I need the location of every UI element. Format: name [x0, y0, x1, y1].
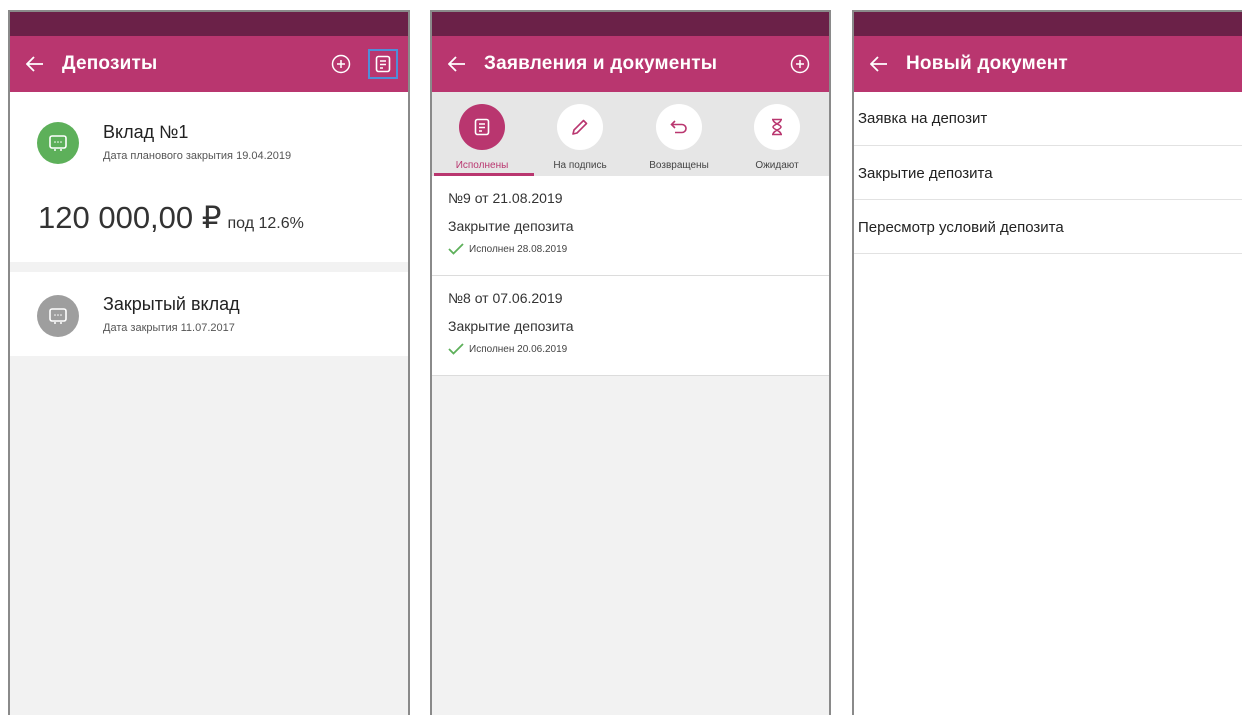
document-type: Закрытие депозита — [448, 218, 574, 234]
deposit-name: Закрытый вклад — [103, 294, 240, 314]
app-bar: Депозиты — [10, 36, 408, 92]
document-icon — [459, 104, 505, 150]
document-type-menu: Заявка на депозит Закрытие депозита Пере… — [854, 92, 1242, 254]
deposit-card[interactable]: Вклад №1 Дата планового закрытия 19.04.2… — [10, 92, 408, 262]
deposit-close-date: Дата закрытия 11.07.2017 — [103, 322, 235, 334]
hourglass-icon — [754, 104, 800, 150]
document-type: Закрытие депозита — [448, 318, 574, 334]
return-arrow-icon — [656, 104, 702, 150]
tab-to-sign[interactable]: На подпись — [535, 104, 625, 171]
add-icon[interactable] — [326, 49, 356, 79]
deposit-name: Вклад №1 — [103, 122, 189, 142]
tab-label: Исполнены — [455, 160, 509, 171]
deposit-close-date: Дата планового закрытия 19.04.2019 — [103, 150, 292, 162]
deposits-screen: Депозиты Вклад №1 Дата планового закрыти… — [8, 10, 410, 715]
tab-label: Возвращены — [649, 160, 709, 171]
deposit-amount: 120 000,00 ₽ под 12.6% — [38, 200, 304, 236]
back-arrow-icon[interactable] — [868, 53, 890, 75]
tab-executed[interactable]: Исполнены — [437, 104, 527, 171]
tab-waiting[interactable]: Ожидают — [732, 104, 822, 171]
document-status: Исполнен 20.06.2019 — [448, 343, 813, 355]
document-number: №9 от 21.08.2019 — [448, 190, 563, 206]
check-icon — [448, 243, 464, 255]
add-icon[interactable] — [785, 49, 815, 79]
safe-icon — [37, 122, 79, 164]
back-arrow-icon[interactable] — [24, 53, 46, 75]
list-item[interactable]: №8 от 07.06.2019 Закрытие депозита Испол… — [432, 276, 829, 376]
documents-screen: Заявления и документы Исполнены На подпи… — [430, 10, 831, 715]
amount-value: 120 000,00 ₽ — [38, 200, 222, 235]
documents-icon[interactable] — [368, 49, 398, 79]
document-status: Исполнен 28.08.2019 — [448, 243, 813, 255]
safe-icon — [37, 295, 79, 337]
tab-returned[interactable]: Возвращены — [634, 104, 724, 171]
interest-rate: под 12.6% — [227, 215, 304, 232]
page-title: Депозиты — [62, 53, 158, 74]
document-number: №8 от 07.06.2019 — [448, 290, 563, 306]
list-item[interactable]: №9 от 21.08.2019 Закрытие депозита Испол… — [432, 176, 829, 276]
menu-item-review-terms[interactable]: Пересмотр условий депозита — [854, 200, 1242, 254]
app-bar: Новый документ — [854, 36, 1242, 92]
status-bar — [854, 12, 1242, 36]
documents-list: №9 от 21.08.2019 Закрытие депозита Испол… — [432, 176, 829, 376]
closed-deposit-card[interactable]: Закрытый вклад Дата закрытия 11.07.2017 — [10, 272, 408, 356]
page-title: Новый документ — [906, 53, 1068, 74]
menu-item-deposit-request[interactable]: Заявка на депозит — [854, 92, 1242, 146]
pen-icon — [557, 104, 603, 150]
menu-item-close-deposit[interactable]: Закрытие депозита — [854, 146, 1242, 200]
check-icon — [448, 343, 464, 355]
status-bar — [432, 12, 829, 36]
new-document-screen: Новый документ Заявка на депозит Закрыти… — [852, 10, 1242, 715]
tab-label: Ожидают — [755, 160, 799, 171]
status-bar — [10, 12, 408, 36]
status-tabs: Исполнены На подпись Возвращены Ожидают — [432, 92, 829, 176]
tab-label: На подпись — [553, 160, 607, 171]
status-text: Исполнен 28.08.2019 — [469, 243, 568, 255]
app-bar: Заявления и документы — [432, 36, 829, 92]
back-arrow-icon[interactable] — [446, 53, 468, 75]
status-text: Исполнен 20.06.2019 — [469, 343, 568, 355]
page-title: Заявления и документы — [484, 53, 718, 74]
